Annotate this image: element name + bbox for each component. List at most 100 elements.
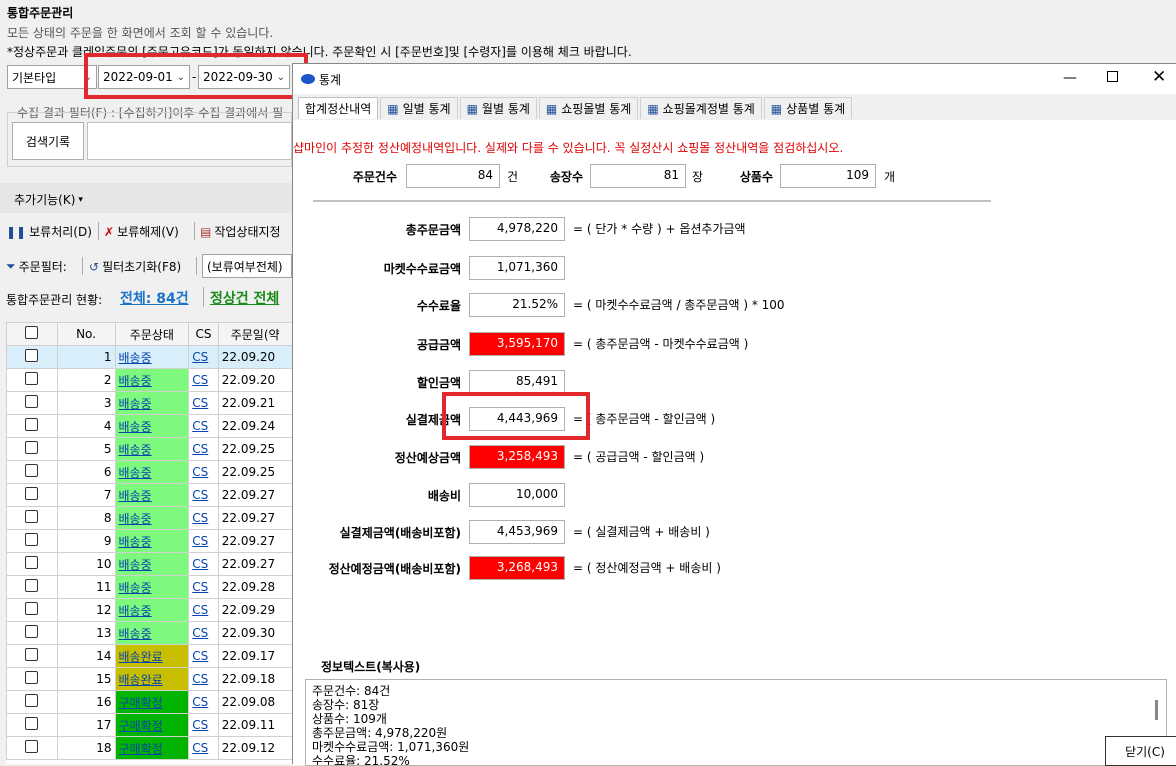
row-checkbox-cell[interactable]: [6, 552, 58, 576]
row-status-link[interactable]: 배송중: [114, 621, 190, 645]
select-all-checkbox[interactable]: [25, 326, 39, 339]
row-checkbox[interactable]: [25, 372, 39, 385]
row-status-link[interactable]: 배송중: [114, 483, 190, 507]
minimize-icon[interactable]: —: [1063, 70, 1077, 86]
status-link-text[interactable]: 배송중: [119, 374, 152, 388]
settlement-row-value[interactable]: 85,491: [469, 370, 565, 394]
cs-link-text[interactable]: CS: [192, 442, 208, 456]
row-checkbox-cell[interactable]: [6, 460, 58, 484]
row-checkbox-cell[interactable]: [6, 483, 58, 507]
cs-link-text[interactable]: CS: [192, 695, 208, 709]
cs-link-text[interactable]: CS: [192, 672, 208, 686]
row-status-link[interactable]: 구매확정: [114, 713, 190, 737]
cs-link-text[interactable]: CS: [192, 534, 208, 548]
close-icon[interactable]: ✕: [1152, 67, 1166, 87]
row-status-link[interactable]: 배송중: [114, 345, 190, 369]
row-status-link[interactable]: 배송중: [114, 437, 190, 461]
row-status-link[interactable]: 배송중: [114, 598, 190, 622]
row-checkbox[interactable]: [25, 441, 39, 454]
status-link-text[interactable]: 배송완료: [119, 673, 163, 687]
search-history-button[interactable]: 검색기록: [12, 122, 84, 160]
row-status-link[interactable]: 배송중: [114, 391, 190, 415]
table-row[interactable]: 9배송중CS22.09.2701: [6, 529, 292, 553]
tab-daily-stats[interactable]: ▦ 일별 통계: [380, 97, 458, 119]
table-row[interactable]: 6배송중CS22.09.2501: [6, 460, 292, 484]
row-cs-link[interactable]: CS: [188, 368, 219, 392]
filter-reset-button[interactable]: ↺ 필터초기화(F8): [89, 258, 181, 275]
cs-link-text[interactable]: CS: [192, 626, 208, 640]
row-checkbox[interactable]: [25, 717, 39, 730]
status-link-text[interactable]: 배송중: [119, 489, 152, 503]
row-cs-link[interactable]: CS: [188, 690, 219, 714]
row-cs-link[interactable]: CS: [188, 391, 219, 415]
status-link-text[interactable]: 배송완료: [119, 650, 163, 664]
row-checkbox-cell[interactable]: [6, 713, 58, 737]
row-cs-link[interactable]: CS: [188, 437, 219, 461]
date-from-picker[interactable]: 2022-09-01 ⌄: [98, 65, 190, 89]
row-checkbox[interactable]: [25, 418, 39, 431]
row-status-link[interactable]: 배송중: [114, 529, 190, 553]
tab-mall-account-stats[interactable]: ▦ 쇼핑몰계정별 통계: [640, 97, 762, 119]
row-checkbox[interactable]: [25, 602, 39, 615]
row-cs-link[interactable]: CS: [188, 345, 219, 369]
row-checkbox[interactable]: [25, 510, 39, 523]
row-cs-link[interactable]: CS: [188, 621, 219, 645]
row-checkbox-cell[interactable]: [6, 736, 58, 760]
row-cs-link[interactable]: CS: [188, 460, 219, 484]
order-filter[interactable]: ⏷ 주문필터:: [6, 258, 67, 275]
info-textarea[interactable]: 주문건수: 84건 송장수: 81장 상품수: 109개 총주문금액: 4,978,2…: [305, 679, 1167, 766]
cs-link-text[interactable]: CS: [192, 511, 208, 525]
status-link-text[interactable]: 배송중: [119, 443, 152, 457]
status-link-text[interactable]: 배송중: [119, 512, 152, 526]
table-row[interactable]: 10배송중CS22.09.2701: [6, 552, 292, 576]
row-cs-link[interactable]: CS: [188, 667, 219, 691]
row-cs-link[interactable]: CS: [188, 552, 219, 576]
unhold-button[interactable]: ✗ 보류해제(V): [104, 223, 179, 240]
status-link-text[interactable]: 배송중: [119, 351, 152, 365]
hold-button[interactable]: ❚❚ 보류처리(D): [6, 223, 92, 240]
status-link-text[interactable]: 배송중: [119, 627, 152, 641]
row-checkbox[interactable]: [25, 579, 39, 592]
cs-link-text[interactable]: CS: [192, 488, 208, 502]
row-cs-link[interactable]: CS: [188, 529, 219, 553]
status-link-text[interactable]: 배송중: [119, 604, 152, 618]
row-status-link[interactable]: 구매확정: [114, 690, 190, 714]
cs-link-text[interactable]: CS: [192, 580, 208, 594]
row-status-link[interactable]: 배송완료: [114, 667, 190, 691]
row-status-link[interactable]: 배송중: [114, 460, 190, 484]
row-checkbox-cell[interactable]: [6, 644, 58, 668]
close-button[interactable]: 닫기(C): [1105, 736, 1176, 766]
status-link-text[interactable]: 배송중: [119, 420, 152, 434]
row-status-link[interactable]: 배송중: [114, 575, 190, 599]
table-row[interactable]: 12배송중CS22.09.2901: [6, 598, 292, 622]
settlement-row-value[interactable]: 1,071,360: [469, 256, 565, 280]
table-row[interactable]: 14배송완료CS22.09.1701: [6, 644, 292, 668]
status-link-text[interactable]: 배송중: [119, 535, 152, 549]
cs-link-text[interactable]: CS: [192, 350, 208, 364]
table-row[interactable]: 8배송중CS22.09.2701: [6, 506, 292, 530]
row-status-link[interactable]: 배송중: [114, 414, 190, 438]
row-checkbox-cell[interactable]: [6, 437, 58, 461]
row-checkbox-cell[interactable]: [6, 575, 58, 599]
table-row[interactable]: 13배송중CS22.09.3001: [6, 621, 292, 645]
table-row[interactable]: 17구매확정CS22.09.1101: [6, 713, 292, 737]
status-link-text[interactable]: 배송중: [119, 466, 152, 480]
row-checkbox-cell[interactable]: [6, 506, 58, 530]
row-checkbox-cell[interactable]: [6, 667, 58, 691]
row-checkbox[interactable]: [25, 740, 39, 753]
row-checkbox-cell[interactable]: [6, 598, 58, 622]
col-header-order-date[interactable]: 주문일(약: [217, 322, 292, 346]
select-all-checkbox-cell[interactable]: [6, 322, 58, 346]
row-checkbox-cell[interactable]: [6, 391, 58, 415]
work-status-button[interactable]: ▤ 작업상태지정: [200, 223, 281, 240]
tab-product-stats[interactable]: ▦ 상품별 통계: [763, 97, 853, 119]
table-row[interactable]: 1배송중CS22.09.2001: [6, 345, 292, 369]
settlement-row-value[interactable]: 4,978,220: [469, 217, 565, 241]
hold-filter-select[interactable]: (보류여부전체): [202, 254, 292, 278]
row-checkbox[interactable]: [25, 625, 39, 638]
cs-link-text[interactable]: CS: [192, 419, 208, 433]
col-header-no[interactable]: No.: [56, 322, 116, 346]
product-count-field[interactable]: 109: [780, 164, 876, 188]
row-checkbox[interactable]: [25, 395, 39, 408]
row-checkbox[interactable]: [25, 671, 39, 684]
